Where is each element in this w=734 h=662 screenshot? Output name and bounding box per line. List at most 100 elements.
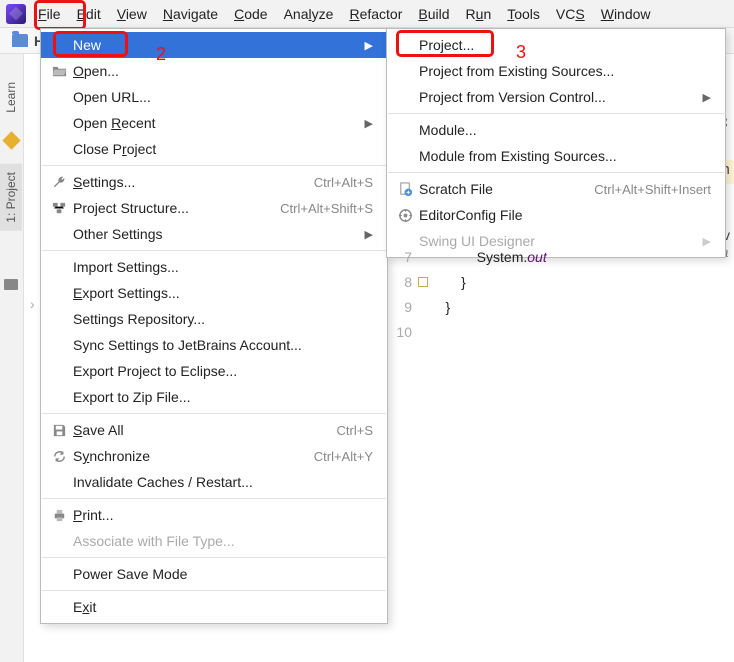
file-menu-item-exit[interactable]: Exit [41,594,387,620]
file-menu-item-settings-repository[interactable]: Settings Repository... [41,306,387,332]
file-menu-item-settings[interactable]: Settings...Ctrl+Alt+S [41,169,387,195]
separator [388,172,724,173]
annotation-3: 3 [516,42,526,63]
menu-item-label: Power Save Mode [69,566,373,582]
editor-line[interactable]: 10 [390,320,734,345]
file-menu-item-project-structure[interactable]: Project Structure...Ctrl+Alt+Shift+S [41,195,387,221]
menubar-item-view[interactable]: View [109,2,155,26]
file-menu-item-export-settings[interactable]: Export Settings... [41,280,387,306]
open-icon [49,64,69,79]
separator [388,113,724,114]
menu-item-label: Associate with File Type... [69,533,373,549]
menu-item-label: Export to Zip File... [69,389,373,405]
scratch-icon [395,182,415,197]
left-sidebar: Learn 1: Project [0,54,24,662]
wrench-icon [49,175,69,190]
menu-item-label: Settings... [69,174,314,190]
new-submenu: Project...Project from Existing Sources.… [386,28,726,258]
separator [42,165,386,166]
menu-item-label: Export Project to Eclipse... [69,363,373,379]
file-menu-item-synchronize[interactable]: SynchronizeCtrl+Alt+Y [41,443,387,469]
code-editor[interactable]: 7 System.out8 }9 }10 [390,245,734,662]
code-text [430,320,734,345]
menu-item-label: Export Settings... [69,285,373,301]
code-text: } [430,295,734,320]
line-number: 10 [390,320,430,345]
menu-item-label: EditorConfig File [415,207,711,223]
menu-item-label: Exit [69,599,373,615]
print-icon [49,508,69,523]
file-menu-item-export-project-to-eclipse[interactable]: Export Project to Eclipse... [41,358,387,384]
line-number: 8 [390,270,430,295]
shortcut-label: Ctrl+S [337,423,373,438]
editorconfig-icon [395,208,415,223]
menu-item-label: Other Settings [69,226,357,242]
menubar-item-window[interactable]: Window [593,2,659,26]
new-menu-item-module[interactable]: Module... [387,117,725,143]
menubar-item-tools[interactable]: Tools [499,2,548,26]
line-number: 9 [390,295,430,320]
annotation-box-project [396,30,494,57]
menu-item-label: Project from Version Control... [415,89,695,105]
new-menu-item-scratch-file[interactable]: Scratch FileCtrl+Alt+Shift+Insert [387,176,725,202]
menubar-item-run[interactable]: Run [458,2,500,26]
menu-item-label: Module... [415,122,711,138]
shortcut-label: Ctrl+Alt+Y [314,449,373,464]
menu-item-label: Print... [69,507,373,523]
line-number: 7 [390,245,430,270]
menubar-item-vcs[interactable]: VCS [548,2,593,26]
editor-line[interactable]: 8 } [390,270,734,295]
editor-line[interactable]: 7 System.out [390,245,734,270]
file-menu-item-power-save-mode[interactable]: Power Save Mode [41,561,387,587]
shortcut-label: Ctrl+Alt+Shift+S [280,201,373,216]
new-menu-item-project-from-version-control[interactable]: Project from Version Control...▶ [387,84,725,110]
menubar-item-analyze[interactable]: Analyze [276,2,342,26]
code-text: } [430,270,734,295]
file-menu-item-print[interactable]: Print... [41,502,387,528]
menu-item-label: Synchronize [69,448,314,464]
file-menu-item-close-project[interactable]: Close Project [41,136,387,162]
submenu-arrow-icon: ▶ [365,228,373,241]
separator [42,590,386,591]
menubar: FileEditViewNavigateCodeAnalyzeRefactorB… [0,0,734,28]
separator [42,250,386,251]
menu-item-label: Open Recent [69,115,357,131]
menu-item-label: Close Project [69,141,373,157]
submenu-arrow-icon: ▶ [365,39,373,52]
menu-item-label: Open... [69,63,373,79]
menu-item-label: Project Structure... [69,200,280,216]
new-menu-item-module-from-existing-sources[interactable]: Module from Existing Sources... [387,143,725,169]
file-menu-item-open[interactable]: Open... [41,58,387,84]
file-menu-item-import-settings[interactable]: Import Settings... [41,254,387,280]
file-menu-item-sync-settings-to-jetbrains-account[interactable]: Sync Settings to JetBrains Account... [41,332,387,358]
sidebar-tab-learn[interactable]: Learn [0,74,22,121]
editor-line[interactable]: 9 } [390,295,734,320]
menubar-item-code[interactable]: Code [226,2,275,26]
separator [42,557,386,558]
file-menu-item-other-settings[interactable]: Other Settings ▶ [41,221,387,247]
separator [42,498,386,499]
menubar-item-navigate[interactable]: Navigate [155,2,226,26]
new-menu-item-project-from-existing-sources[interactable]: Project from Existing Sources... [387,58,725,84]
project-folder-icon [4,279,18,290]
menubar-item-refactor[interactable]: Refactor [341,2,410,26]
gutter-mark-icon [418,277,428,287]
annotation-box-new [53,31,128,57]
file-menu: New▶Open...Open URL...Open Recent▶Close … [40,28,388,624]
sidebar-tab-project[interactable]: 1: Project [0,164,22,231]
menu-item-label: Invalidate Caches / Restart... [69,474,373,490]
menu-item-label: Sync Settings to JetBrains Account... [69,337,373,353]
structure-icon [49,201,69,216]
new-menu-item-editorconfig-file[interactable]: EditorConfig File [387,202,725,228]
collapse-chevron-icon[interactable]: › [30,296,35,312]
code-text: System.out [430,245,734,270]
annotation-box-file [34,0,86,30]
separator [42,413,386,414]
file-menu-item-open-recent[interactable]: Open Recent▶ [41,110,387,136]
save-icon [49,423,69,438]
file-menu-item-invalidate-caches-restart[interactable]: Invalidate Caches / Restart... [41,469,387,495]
file-menu-item-export-to-zip-file[interactable]: Export to Zip File... [41,384,387,410]
file-menu-item-save-all[interactable]: Save AllCtrl+S [41,417,387,443]
menubar-item-build[interactable]: Build [410,2,457,26]
file-menu-item-open-url[interactable]: Open URL... [41,84,387,110]
